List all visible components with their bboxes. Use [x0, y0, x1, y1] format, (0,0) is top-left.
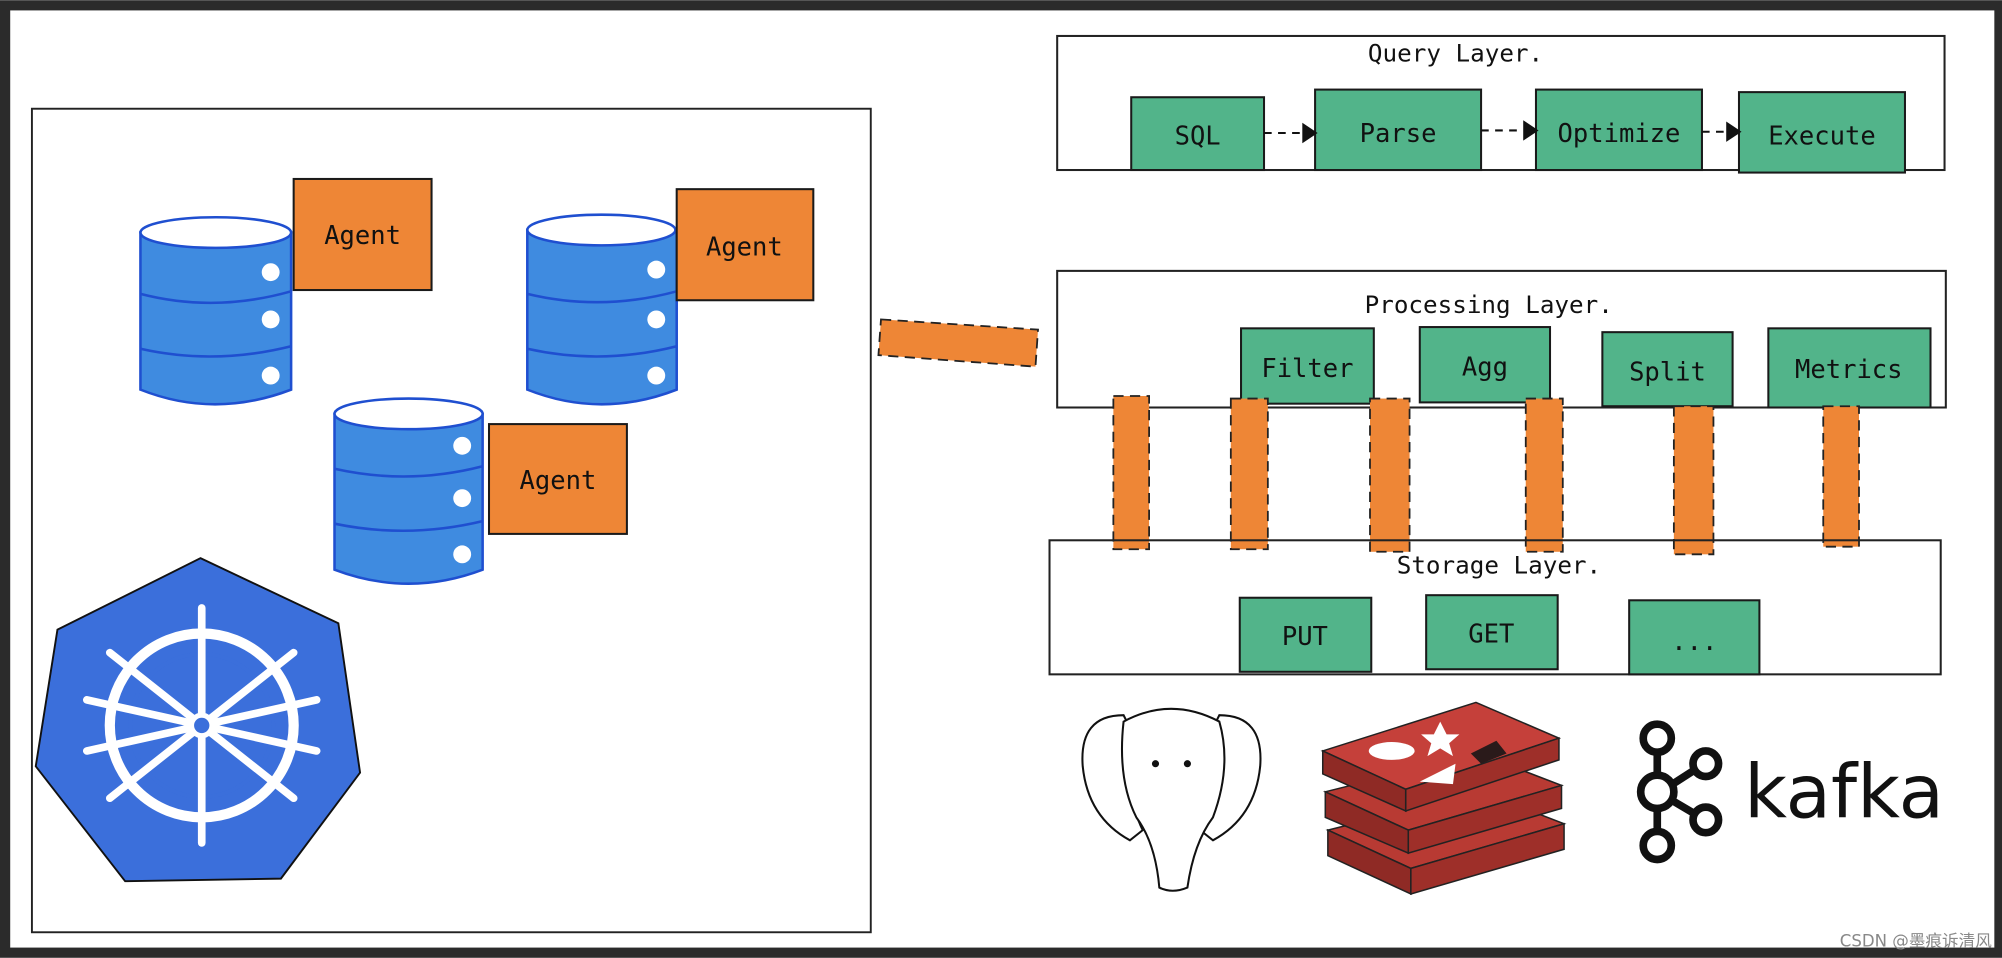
connector-pillar [1112, 395, 1151, 551]
processor-agg: Agg [1418, 326, 1552, 404]
svg-text:PUT: PUT [1282, 622, 1328, 652]
query-layer-title: Query Layer. [1368, 38, 1543, 67]
storage-more: ... [1628, 599, 1761, 676]
storage-get: GET [1425, 594, 1559, 671]
connector-pillar [1822, 405, 1860, 548]
processor-split: Split [1601, 331, 1734, 408]
connector-pillar [1524, 397, 1564, 553]
database-icon [333, 397, 484, 585]
connector-pillar [1229, 397, 1269, 551]
architecture-diagram: Agent Agent Agent Query Layer. SQL Parse… [0, 0, 2002, 958]
svg-text:SQL: SQL [1175, 121, 1221, 151]
storage-layer-title: Storage Layer. [1397, 550, 1601, 579]
svg-text:Metrics: Metrics [1795, 355, 1903, 385]
svg-text:Agent: Agent [324, 221, 401, 251]
svg-text:Agent: Agent [520, 466, 597, 496]
connector-pillar [1672, 405, 1715, 556]
svg-text:Agg: Agg [1462, 353, 1508, 383]
watermark: CSDN @墨痕诉清风 [1840, 931, 1992, 950]
svg-text:...: ... [1671, 627, 1717, 657]
svg-text:Execute: Execute [1768, 121, 1876, 151]
step-execute: Execute [1737, 91, 1906, 174]
agent-box: Agent [675, 188, 815, 302]
agent-box: Agent [292, 177, 433, 292]
svg-text:Filter: Filter [1261, 354, 1353, 384]
svg-text:Parse: Parse [1360, 119, 1437, 149]
step-parse: Parse [1314, 88, 1483, 172]
storage-put: PUT [1238, 596, 1373, 673]
connector-pillar [1369, 397, 1411, 553]
svg-text:Agent: Agent [706, 233, 783, 263]
database-icon [139, 215, 293, 406]
agent-box: Agent [487, 423, 628, 535]
processor-filter: Filter [1240, 327, 1375, 405]
svg-text:Optimize: Optimize [1558, 119, 1681, 149]
kafka-wordmark: kafka [1744, 749, 1944, 835]
step-optimize: Optimize [1534, 88, 1703, 172]
processing-layer-title: Processing Layer. [1365, 290, 1613, 319]
step-sql: SQL [1130, 96, 1266, 172]
svg-text:Split: Split [1629, 358, 1706, 388]
database-icon [526, 213, 678, 406]
processor-metrics: Metrics [1767, 327, 1932, 409]
svg-text:GET: GET [1468, 619, 1514, 649]
